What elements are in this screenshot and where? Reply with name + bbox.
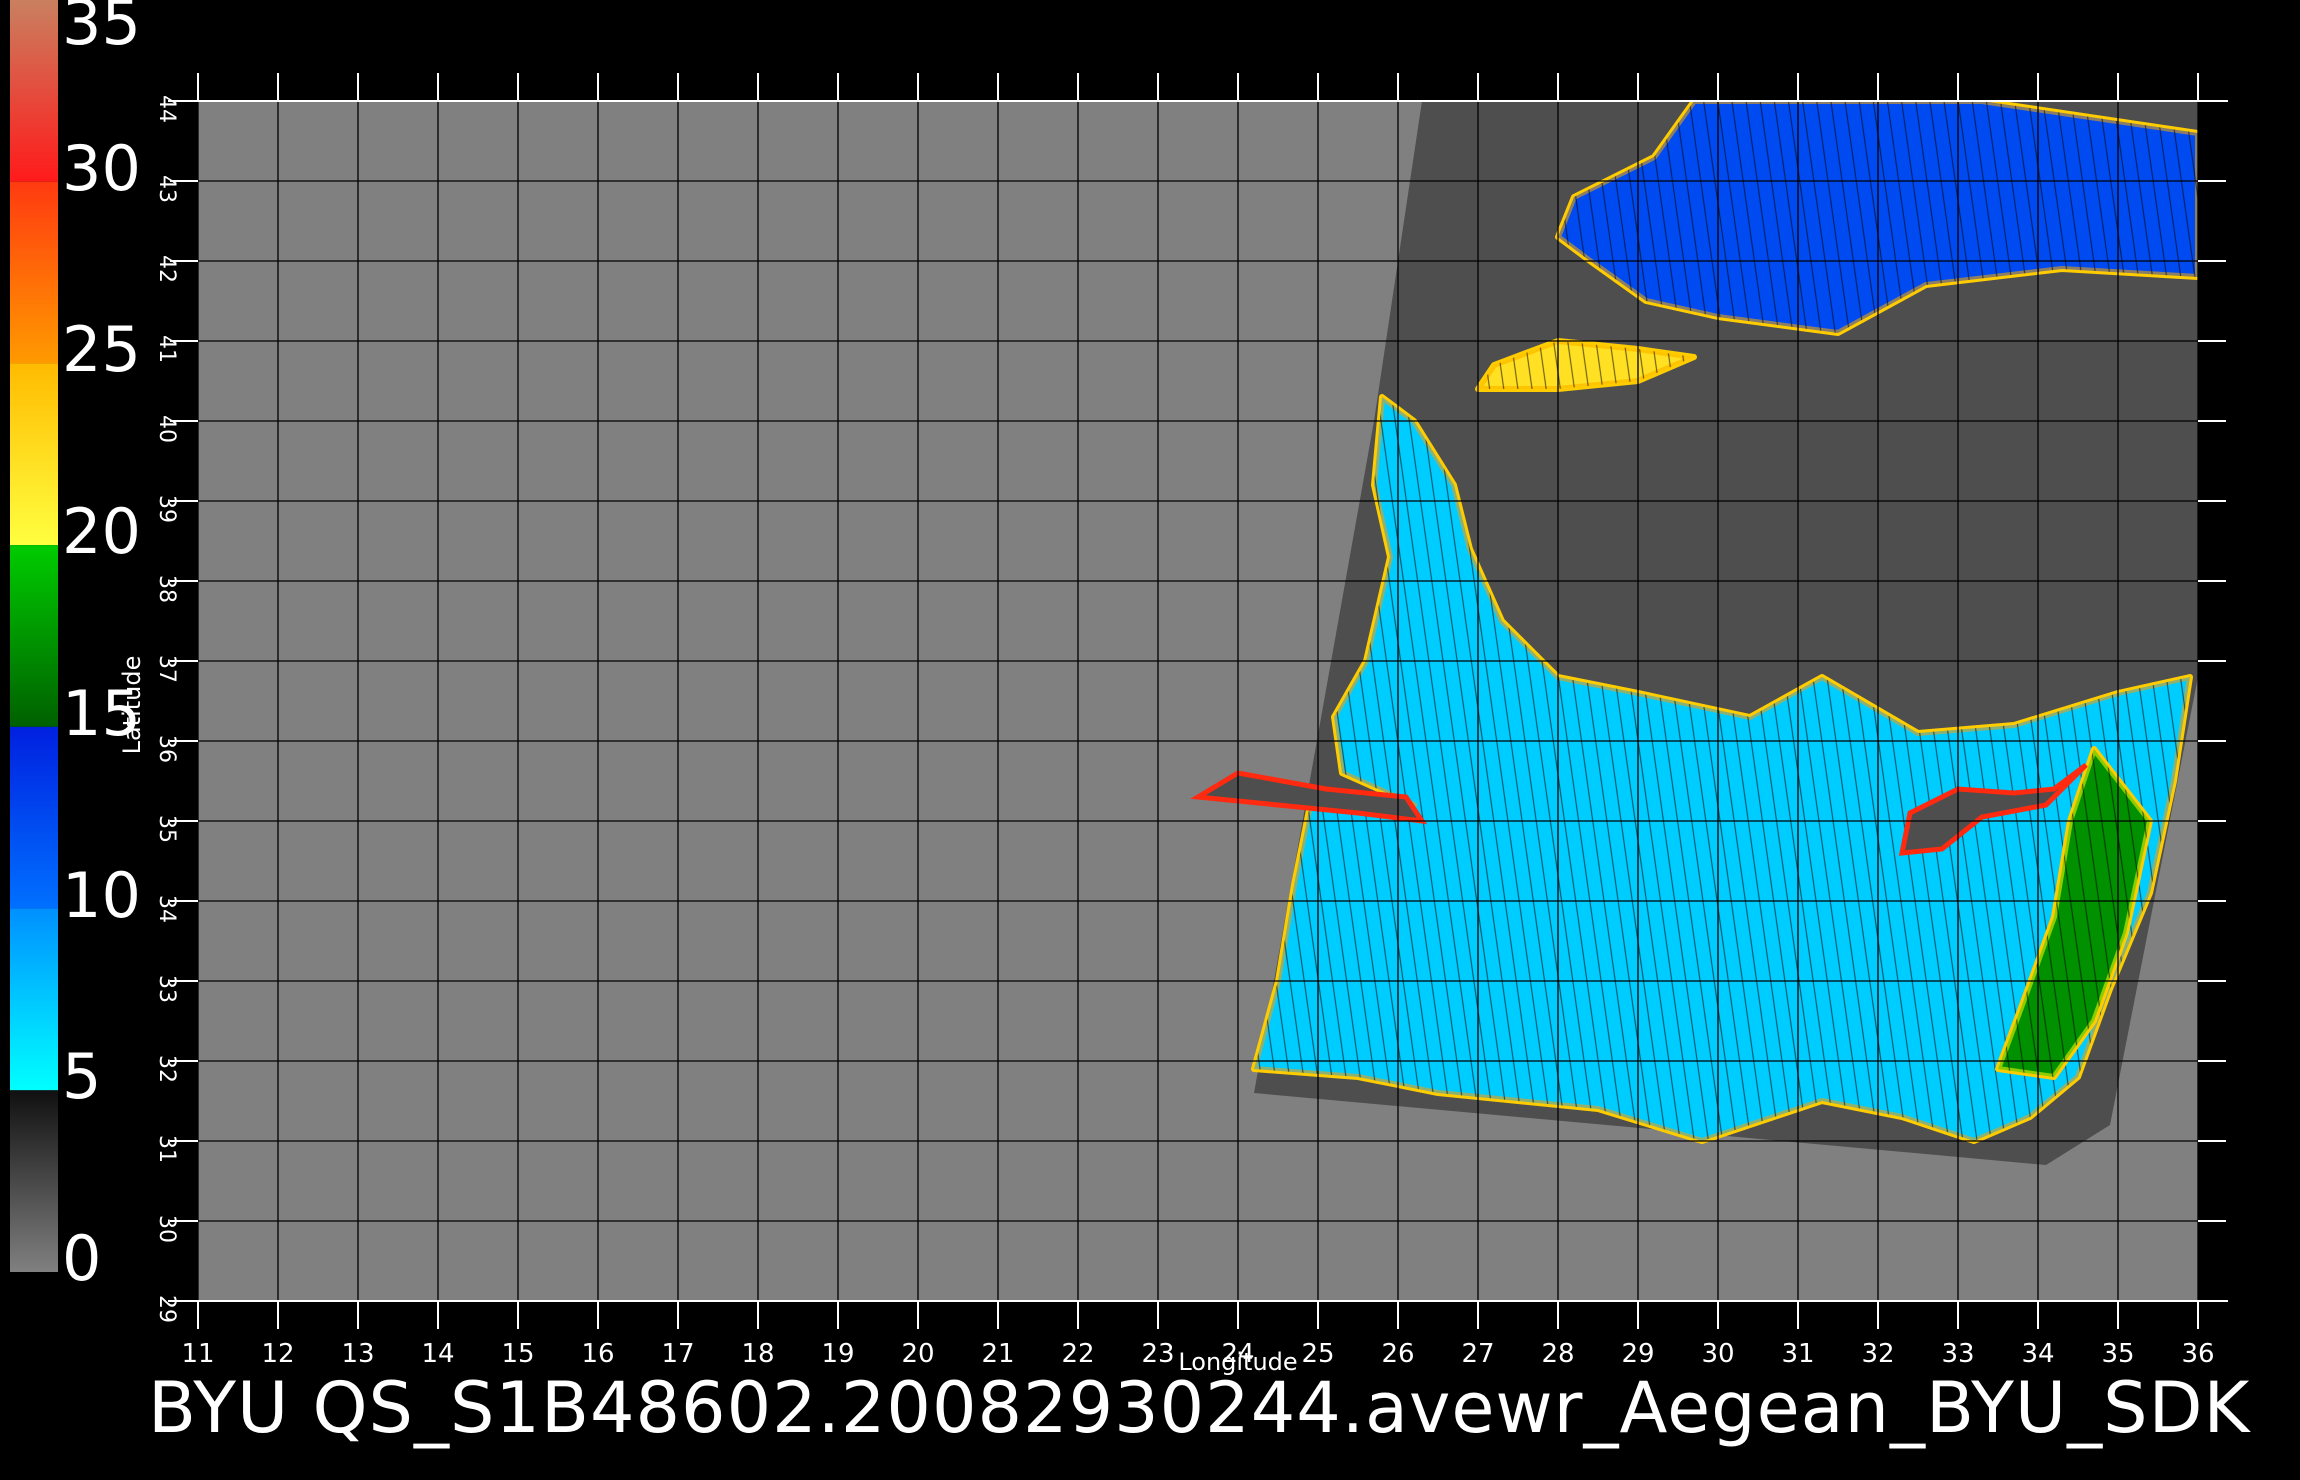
plot-area: 11 12 13 14 15 16 17 18 19 20 21 22 23 24 25 26 27 28 29 30… — [154, 73, 2228, 1369]
x-tick-label: 22 — [1061, 1339, 1094, 1369]
y-tick-label: 41 — [154, 335, 179, 363]
x-tick-label: 35 — [2101, 1339, 2134, 1369]
colorbar-label: 5 — [62, 1040, 102, 1114]
x-tick-label: 33 — [1941, 1339, 1974, 1369]
colorbar-label: 25 — [62, 313, 141, 387]
colorbar-label: 10 — [62, 858, 141, 932]
x-tick-label: 32 — [1861, 1339, 1894, 1369]
y-tick-label: 34 — [154, 895, 179, 923]
x-tick-label: 27 — [1461, 1339, 1494, 1369]
x-tick-label: 11 — [181, 1339, 214, 1369]
image-caption: BYU QS_S1B48602.20082930244.avewr_Aegean… — [148, 1367, 2251, 1449]
y-tick-label: 39 — [154, 495, 179, 523]
colorbar-segment-5-10 — [10, 908, 58, 1091]
colorbar-segment-15-20 — [10, 545, 58, 727]
x-tick-label: 18 — [741, 1339, 774, 1369]
y-tick-label: 37 — [154, 655, 179, 683]
x-tick-label: 21 — [981, 1339, 1014, 1369]
x-tick-label: 29 — [1621, 1339, 1654, 1369]
y-tick-label: 43 — [154, 175, 179, 203]
colorbar-label: 0 — [62, 1222, 102, 1295]
colorbar-label: 20 — [62, 495, 141, 569]
x-tick-label: 17 — [661, 1339, 694, 1369]
colorbar-segment-10-15 — [10, 726, 58, 909]
y-tick-label: 32 — [154, 1055, 179, 1083]
colorbar-label: 30 — [62, 131, 141, 205]
x-tick-label: 16 — [581, 1339, 614, 1369]
y-tick-label: 31 — [154, 1135, 179, 1163]
x-tick-label: 15 — [501, 1339, 534, 1369]
y-tick-label: 42 — [154, 255, 179, 283]
x-tick-label: 31 — [1781, 1339, 1814, 1369]
x-tick-label: 36 — [2181, 1339, 2214, 1369]
x-tick-label: 20 — [901, 1339, 934, 1369]
x-tick-label: 26 — [1381, 1339, 1414, 1369]
x-tick-label: 19 — [821, 1339, 854, 1369]
wind-map: 11 12 13 14 15 16 17 18 19 20 21 22 23 24 25 26 27 28 29 30… — [10, 0, 2228, 1376]
x-tick-label: 34 — [2021, 1339, 2054, 1369]
colorbar-label: 15 — [62, 676, 141, 750]
colorbar-label: 35 — [62, 0, 141, 59]
y-tick-label: 33 — [154, 975, 179, 1003]
colorbar-segment-20-25 — [10, 363, 58, 546]
x-tick-label: 14 — [421, 1339, 454, 1369]
y-tick-label: 40 — [154, 415, 179, 443]
x-tick-label: 13 — [341, 1339, 374, 1369]
colorbar-segment-0-5 — [10, 1090, 58, 1272]
colorbar — [10, 0, 58, 1272]
colorbar-segment-30-35 — [10, 0, 58, 182]
y-tick-label: 44 — [154, 95, 179, 123]
y-tick-label: 36 — [154, 735, 179, 763]
y-tick-label: 29 — [154, 1295, 179, 1323]
x-tick-label: 23 — [1141, 1339, 1174, 1369]
y-tick-label: 35 — [154, 815, 179, 843]
colorbar-segment-25-30 — [10, 181, 58, 364]
x-tick-label: 28 — [1541, 1339, 1574, 1369]
y-tick-label: 30 — [154, 1215, 179, 1243]
x-tick-label: 30 — [1701, 1339, 1734, 1369]
x-tick-label: 25 — [1301, 1339, 1334, 1369]
x-tick-label: 12 — [261, 1339, 294, 1369]
y-tick-label: 38 — [154, 575, 179, 603]
